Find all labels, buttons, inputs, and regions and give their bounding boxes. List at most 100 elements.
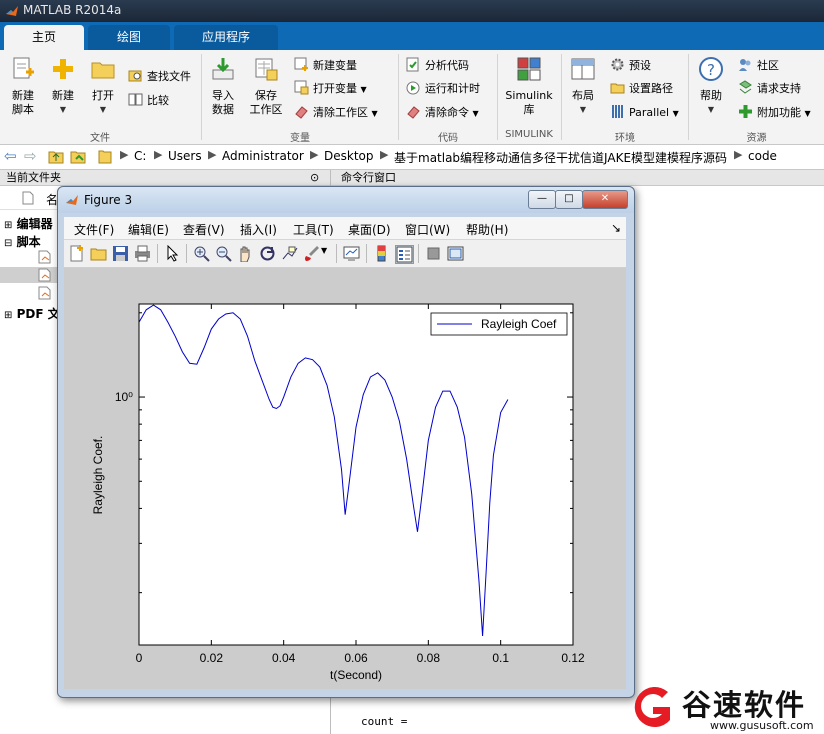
expand-icon[interactable]: ⊞: [4, 310, 12, 321]
analyze-code-button[interactable]: 分析代码: [406, 56, 469, 76]
layout-button[interactable]: 布局 ▼: [566, 56, 600, 117]
group-label-file: 文件: [90, 133, 110, 144]
maximize-button[interactable]: □: [555, 190, 583, 209]
minimize-button[interactable]: —: [528, 190, 556, 209]
brush-icon[interactable]: [303, 245, 320, 262]
breadcrumb-desktop[interactable]: Desktop: [324, 149, 374, 163]
open-variable-button[interactable]: 打开变量 ▼: [294, 79, 367, 99]
data-cursor-icon[interactable]: [281, 245, 298, 262]
plot-area[interactable]: 0 0.02 0.04 0.06 0.08 0.1 0.12 10⁰ t(Second) R…: [64, 268, 626, 689]
show-plot-tools-icon[interactable]: [447, 245, 464, 262]
menu-insert[interactable]: 插入(I): [240, 221, 277, 238]
chevron-down-icon[interactable]: ▼: [321, 246, 327, 255]
menu-tools[interactable]: 工具(T): [293, 221, 334, 238]
tree-item-pdf[interactable]: ⊞ PDF 文: [4, 305, 60, 322]
menu-window[interactable]: 窗口(W): [405, 221, 450, 238]
analyze-code-icon: [406, 57, 419, 72]
new-button[interactable]: 新建 ▼: [46, 56, 80, 117]
new-figure-icon[interactable]: [68, 245, 85, 262]
tree-item-editor[interactable]: ⊞ 编辑器: [4, 215, 53, 232]
analyze-code-label: 分析代码: [425, 59, 469, 72]
hide-plot-tools-icon[interactable]: [425, 245, 442, 262]
figure-toolbar: ▼: [64, 240, 626, 268]
community-button[interactable]: 社区: [738, 56, 779, 76]
tree-item-scripts[interactable]: ⊟ 脚本: [4, 233, 41, 250]
add-ons-label: 附加功能: [757, 106, 801, 119]
x-tick-labels: 0 0.02 0.04 0.06 0.08 0.1 0.12: [136, 651, 585, 665]
breadcrumb-administrator[interactable]: Administrator: [222, 149, 304, 163]
figure-canvas[interactable]: 0 0.02 0.04 0.06 0.08 0.1 0.12 10⁰ t(Second) R…: [64, 268, 626, 689]
toolbar-separator: [336, 244, 337, 263]
request-support-button[interactable]: 请求支持: [738, 79, 801, 99]
breadcrumb-c[interactable]: C:: [134, 149, 146, 163]
script-file-icon[interactable]: [38, 250, 52, 264]
compare-button[interactable]: 比较: [128, 91, 169, 111]
x-tick-label: 0: [136, 651, 143, 665]
script-file-icon[interactable]: [38, 286, 52, 300]
close-button[interactable]: ✕: [582, 190, 628, 209]
collapse-icon[interactable]: ⊟: [4, 238, 12, 249]
help-button[interactable]: ? 帮助 ▼: [694, 56, 728, 117]
eraser-icon: [407, 106, 420, 119]
legend-box[interactable]: Rayleigh Coef: [430, 312, 568, 336]
find-files-button[interactable]: 查找文件: [128, 67, 191, 87]
forward-arrow-icon[interactable]: ⇨: [24, 147, 37, 165]
pan-hand-icon[interactable]: [237, 245, 254, 262]
expand-icon[interactable]: ⊞: [4, 220, 12, 231]
menu-view[interactable]: 查看(V): [183, 221, 225, 238]
legend-icon[interactable]: [395, 245, 414, 264]
rotate-3d-icon[interactable]: [259, 245, 276, 262]
current-folder-title: 当前文件夹: [6, 171, 61, 184]
y-axis-label: Rayleigh Coef.: [91, 436, 105, 515]
pointer-icon[interactable]: [164, 245, 181, 262]
zoom-in-icon[interactable]: [193, 245, 210, 262]
back-arrow-icon[interactable]: ⇦: [4, 147, 17, 165]
breadcrumb-project-folder[interactable]: 基于matlab编程移动通信多径干扰信道JAKE模型建模程序源码: [394, 149, 727, 166]
chevron-right-icon: ▶: [310, 148, 319, 161]
add-ons-button[interactable]: 附加功能 ▼: [738, 103, 811, 123]
save-ws-label-1: 保存: [255, 89, 277, 102]
preferences-button[interactable]: 预设: [610, 56, 651, 76]
x-tick-label: 0.08: [417, 651, 441, 665]
simulink-library-button[interactable]: Simulink 库: [503, 56, 555, 117]
breadcrumb-code[interactable]: code: [748, 149, 777, 163]
run-and-time-button[interactable]: 运行和计时: [406, 79, 480, 99]
open-button[interactable]: 打开 ▼: [86, 56, 120, 117]
tab-apps[interactable]: 应用程序: [174, 25, 278, 50]
script-file-icon[interactable]: [38, 268, 52, 282]
colorbar-icon[interactable]: [373, 245, 390, 262]
toolbar-separator: [157, 244, 158, 263]
menu-edit[interactable]: 编辑(E): [128, 221, 169, 238]
support-icon: [739, 80, 752, 94]
tab-home[interactable]: 主页: [4, 25, 84, 50]
browse-folder-icon[interactable]: [70, 149, 86, 164]
open-variable-label: 打开变量: [313, 82, 357, 95]
save-workspace-button[interactable]: 保存 工作区: [246, 56, 286, 117]
clear-ws-label: 清除工作区: [313, 106, 368, 119]
clear-workspace-button[interactable]: 清除工作区 ▼: [294, 103, 378, 123]
save-icon[interactable]: [112, 245, 129, 262]
new-variable-button[interactable]: 新建变量: [294, 56, 357, 76]
menu-file[interactable]: 文件(F): [74, 221, 114, 238]
parallel-button[interactable]: Parallel ▼: [610, 103, 679, 123]
import-data-button[interactable]: 导入 数据: [206, 56, 240, 117]
ribbon: 新建 脚本 新建 ▼ 打开 ▼ 查找文件 比较 文件 导入 数据 保存 工作区 …: [0, 50, 824, 145]
print-icon[interactable]: [134, 245, 151, 262]
clear-commands-button[interactable]: 清除命令 ▼: [406, 103, 479, 123]
figure-title-bar[interactable]: Figure 3 — □ ✕: [58, 187, 634, 213]
set-path-button[interactable]: 设置路径: [610, 79, 673, 99]
x-axis-label: t(Second): [330, 668, 382, 682]
menu-help[interactable]: 帮助(H): [466, 221, 508, 238]
open-file-icon[interactable]: [90, 245, 107, 262]
watermark-url: www.gususoft.com: [710, 719, 814, 732]
new-script-button[interactable]: 新建 脚本: [6, 56, 40, 117]
new-variable-icon: [294, 57, 308, 71]
tab-plots[interactable]: 绘图: [88, 25, 170, 50]
breadcrumb-users[interactable]: Users: [168, 149, 202, 163]
menu-dock-arrow-icon[interactable]: ↘: [611, 221, 621, 235]
panel-menu-icon[interactable]: ⊙: [310, 170, 319, 186]
menu-desktop[interactable]: 桌面(D): [348, 221, 391, 238]
link-plot-icon[interactable]: [343, 245, 360, 262]
up-folder-icon[interactable]: [48, 149, 64, 164]
zoom-out-icon[interactable]: [215, 245, 232, 262]
